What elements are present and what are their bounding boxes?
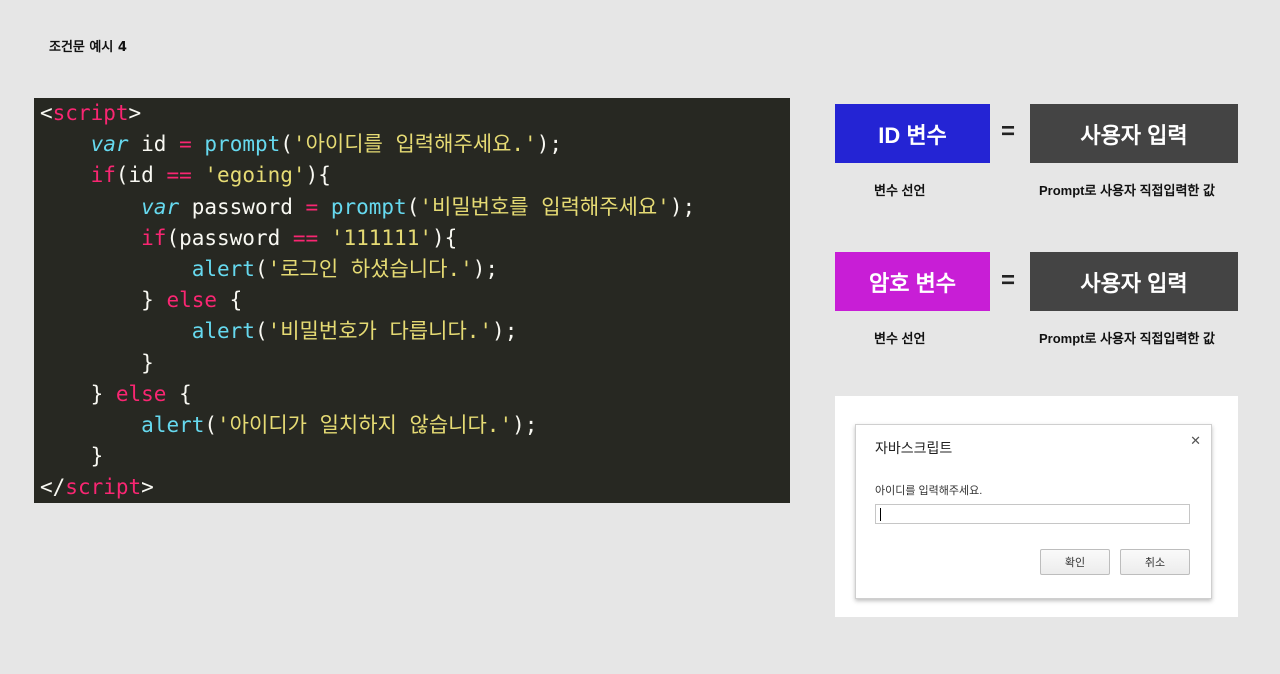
code-token: var [90, 132, 129, 157]
prompt-input[interactable] [875, 504, 1190, 524]
code-token: else [115, 381, 167, 406]
code-line: alert('아이디가 일치하지 않습니다.'); [40, 410, 790, 441]
code-line: } [40, 348, 790, 379]
code-token: } [90, 444, 104, 469]
code-token: } [141, 288, 167, 313]
code-token: = [305, 194, 319, 219]
code-line: } [40, 441, 790, 472]
dialog-screenshot: 자바스크립트 ✕ 아이디를 입력해주세요. 확인 취소 [835, 396, 1238, 617]
code-token: > [141, 475, 154, 500]
code-token: ); [472, 256, 499, 281]
code-editor: <script> var id = prompt('아이디를 입력해주세요.')… [34, 98, 790, 503]
user-input-box: 사용자 입력 [1030, 252, 1238, 311]
text-caret [880, 508, 881, 521]
code-token: var [141, 194, 180, 219]
code-token: script [65, 475, 142, 500]
code-token: if [90, 163, 116, 188]
code-token: ( [254, 256, 268, 281]
code-line: alert('로그인 하셨습니다.'); [40, 254, 790, 285]
code-line: alert('비밀번호가 다릅니다.'); [40, 316, 790, 347]
code-token: == [166, 163, 192, 188]
code-token: else [166, 288, 218, 313]
code-line: var password = prompt('비밀번호를 입력해주세요'); [40, 192, 790, 223]
code-token: ); [536, 132, 562, 157]
code-line: if(password == '111111'){ [40, 223, 790, 254]
code-line: } else { [40, 285, 790, 316]
code-token: '로그인 하셨습니다.' [267, 256, 473, 281]
code-token: prompt [330, 194, 407, 219]
code-token: ); [669, 194, 696, 219]
code-token: > [128, 101, 142, 125]
code-line: </script> [40, 472, 790, 503]
code-token: ( [280, 132, 293, 157]
close-icon[interactable]: ✕ [1190, 433, 1201, 449]
prompt-value-caption: Prompt로 사용자 직접입력한 값 [1039, 183, 1215, 198]
dialog-title: 자바스크립트 [875, 440, 953, 456]
dialog-message: 아이디를 입력해주세요. [875, 485, 983, 497]
prompt-value-caption: Prompt로 사용자 직접입력한 값 [1039, 331, 1215, 346]
code-token: (password [166, 225, 293, 250]
variable-declaration-caption: 변수 선언 [874, 331, 926, 346]
prompt-dialog: 자바스크립트 ✕ 아이디를 입력해주세요. 확인 취소 [855, 424, 1212, 599]
ok-button[interactable]: 확인 [1040, 549, 1110, 575]
cancel-button[interactable]: 취소 [1120, 549, 1190, 575]
id-variable-box: ID 변수 [835, 104, 990, 163]
code-token: == [292, 225, 319, 250]
code-token: ( [204, 412, 218, 437]
code-token: } [90, 381, 116, 406]
code-token: '비밀번호를 입력해주세요' [419, 194, 670, 219]
code-token: '111111' [330, 225, 432, 250]
code-token: prompt [204, 132, 281, 157]
code-token: < [40, 101, 53, 125]
code-token: 'egoing' [204, 163, 306, 188]
page-title: 조건문 예시 4 [49, 40, 127, 55]
code-token: '비밀번호가 다릅니다.' [267, 319, 493, 344]
code-line: if(id == 'egoing'){ [40, 160, 790, 191]
code-token: alert [191, 319, 255, 344]
code-line: var id = prompt('아이디를 입력해주세요.'); [40, 129, 790, 160]
code-token: '아이디를 입력해주세요.' [292, 132, 537, 157]
code-token: ( [406, 194, 420, 219]
code-token: } [141, 350, 154, 375]
code-line: <script> [40, 98, 790, 129]
code-token: ){ [432, 225, 458, 250]
code-token: if [141, 225, 167, 250]
variable-declaration-caption: 변수 선언 [874, 183, 926, 198]
code-token: alert [191, 256, 255, 281]
code-token: id [128, 132, 180, 157]
code-token: { [166, 381, 192, 406]
equals-sign: = [1001, 118, 1016, 145]
code-token: </ [40, 475, 66, 500]
code-token: script [52, 101, 129, 125]
code-token: password [179, 194, 306, 219]
code-token: (id [115, 163, 167, 188]
equals-sign: = [1001, 267, 1016, 294]
code-token: ); [512, 412, 538, 437]
code-line: } else { [40, 379, 790, 410]
code-token: ); [492, 319, 518, 344]
user-input-box: 사용자 입력 [1030, 104, 1238, 163]
code-token: alert [141, 412, 205, 437]
code-token: ( [254, 319, 268, 344]
code-token: { [217, 288, 243, 313]
code-token: = [179, 132, 192, 157]
code-token: ){ [305, 163, 331, 188]
code-token: '아이디가 일치하지 않습니다.' [217, 412, 513, 437]
password-variable-box: 암호 변수 [835, 252, 990, 311]
